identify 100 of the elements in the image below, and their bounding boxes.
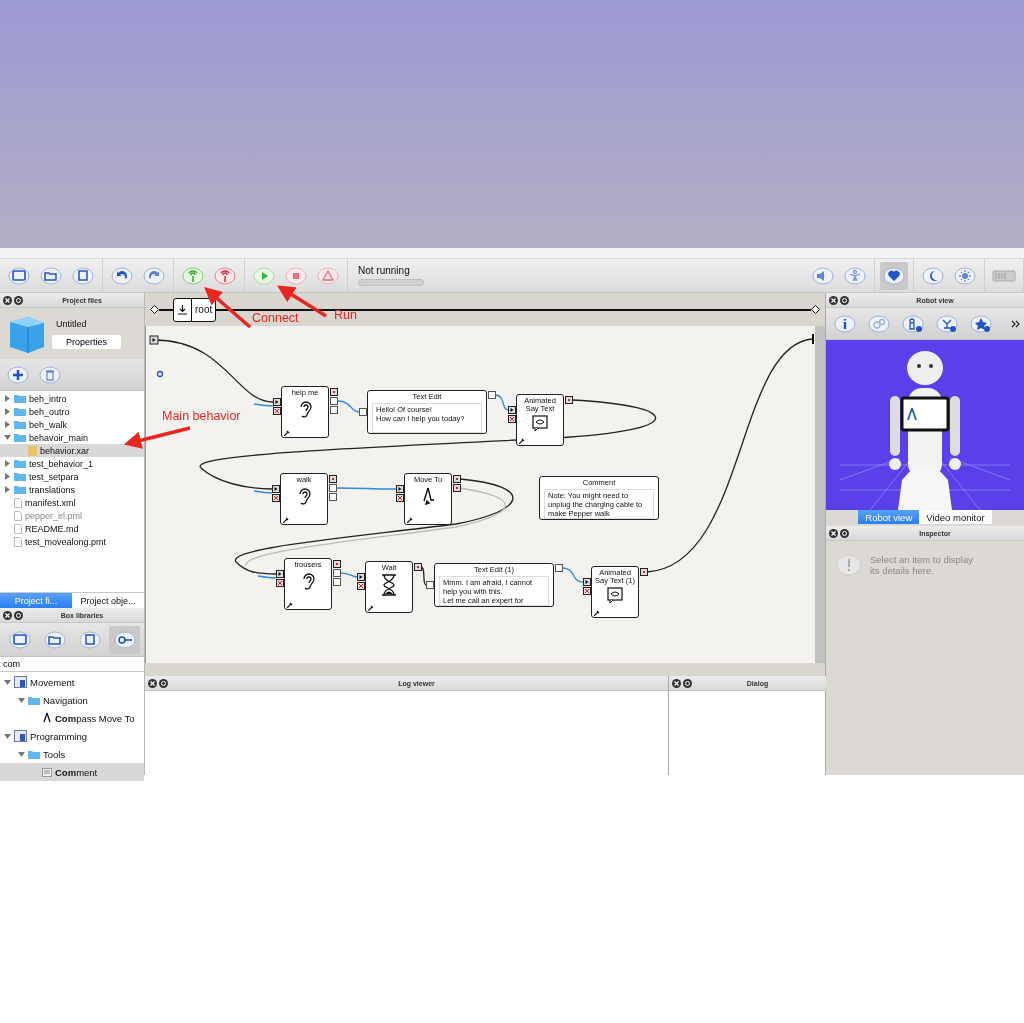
document-icon <box>14 497 22 508</box>
tree-item[interactable]: Movement <box>0 673 144 691</box>
tree-item[interactable]: Navigation <box>0 691 144 709</box>
tree-item[interactable]: behavior.xar <box>0 444 144 457</box>
inspector-message: Select an item to display its details here. <box>870 554 973 576</box>
tree-item[interactable]: test_movealong.pmt <box>0 535 144 548</box>
annotation-label: Run <box>334 308 357 322</box>
stop-port-icon <box>356 582 365 590</box>
close-icon <box>672 678 681 688</box>
wrench-icon <box>519 438 525 444</box>
input-port-icon <box>272 398 281 406</box>
info-icon <box>834 313 856 334</box>
input-port-icon <box>395 485 404 493</box>
tree-item[interactable]: behavoir_main <box>0 431 144 444</box>
window-icon <box>8 629 31 650</box>
properties-button[interactable]: Properties <box>52 334 122 349</box>
empty-port-icon <box>425 581 434 589</box>
hourglass-icon <box>381 574 397 596</box>
library-icon <box>14 676 27 688</box>
folder-icon <box>14 394 26 403</box>
compass-icon <box>42 712 52 724</box>
stop-port-icon <box>507 415 516 423</box>
heart-button[interactable] <box>880 261 908 290</box>
wrench-icon <box>594 610 600 616</box>
input-port-icon <box>356 573 365 581</box>
tree-item[interactable]: Programming <box>0 727 144 745</box>
ear-icon <box>297 399 313 419</box>
window-icon <box>8 265 30 286</box>
document-icon <box>14 523 22 534</box>
empty-port-icon <box>358 408 367 416</box>
battery-icon <box>992 267 1016 284</box>
search-button[interactable] <box>109 625 140 654</box>
download-icon <box>177 304 188 315</box>
view-tab[interactable]: Robot view <box>858 510 920 524</box>
speech-bubble-icon <box>607 587 623 604</box>
tree-item[interactable]: test_behavior_1 <box>0 457 144 470</box>
undock-icon <box>840 295 849 305</box>
folder-icon <box>14 420 26 429</box>
tree-item[interactable]: test_setpara <box>0 470 144 483</box>
speaker-icon <box>812 265 834 286</box>
breadcrumb[interactable]: root <box>173 297 217 322</box>
folder-icon <box>28 695 40 705</box>
plus-icon <box>7 364 29 385</box>
scrollbar[interactable] <box>815 326 825 663</box>
tree-item[interactable]: README.md <box>0 522 144 535</box>
robot-icon <box>902 313 924 334</box>
input-port-icon <box>582 578 591 586</box>
empty-port-icon <box>487 391 496 399</box>
output-port-icon <box>328 475 337 483</box>
ear-icon <box>296 486 312 506</box>
redo-icon <box>143 265 165 286</box>
tree-item[interactable]: pepper_irl.pml <box>0 509 144 522</box>
tree-item[interactable]: Comment <box>0 763 144 781</box>
tree-item[interactable]: beh_walk <box>0 418 144 431</box>
undock-icon <box>14 610 23 620</box>
compass-icon <box>421 486 435 506</box>
stop-icon <box>285 265 307 286</box>
tree-item[interactable]: manifest.xml <box>0 496 144 509</box>
output-port-icon <box>413 563 422 571</box>
moon-icon <box>922 265 944 286</box>
folder-icon <box>14 433 26 442</box>
stop-port-icon <box>582 587 591 595</box>
warning-icon <box>317 265 339 286</box>
folder-icon <box>40 265 62 286</box>
antenna-icon <box>182 265 204 286</box>
wrench-icon <box>407 517 413 523</box>
folder-icon <box>14 459 26 468</box>
output-port-icon <box>329 388 338 396</box>
wrench-icon <box>283 517 289 523</box>
status-progress-track <box>358 279 424 286</box>
close-icon <box>3 610 12 620</box>
close-icon <box>829 295 838 305</box>
wrench-icon <box>284 430 290 436</box>
tree-item[interactable]: translations <box>0 483 144 496</box>
antenna-icon <box>214 265 236 286</box>
run-status: Not running <box>358 265 411 276</box>
empty-port-icon <box>554 564 563 572</box>
folder-icon <box>28 749 40 759</box>
connection-wire <box>561 567 584 583</box>
document-icon <box>14 536 22 547</box>
sun-icon <box>954 265 976 286</box>
speech-bubble-icon <box>532 415 548 432</box>
tree-item[interactable]: Compass Move To <box>0 709 144 727</box>
panel-tab[interactable]: Project obje... <box>72 593 144 608</box>
stop-port-icon <box>275 579 284 587</box>
annotation-label: Connect <box>252 311 299 325</box>
start-port-icon <box>149 335 159 345</box>
tree-item[interactable]: beh_outro <box>0 405 144 418</box>
close-icon <box>829 528 838 538</box>
double-chevron-icon <box>1011 319 1020 328</box>
folder-icon <box>43 629 66 650</box>
stop-port-icon <box>271 494 280 502</box>
undock-icon <box>14 295 23 305</box>
comment-icon <box>42 767 52 777</box>
tree-item[interactable]: Tools <box>0 745 144 763</box>
close-icon <box>3 295 12 305</box>
view-tab[interactable]: Video monitor <box>919 510 992 524</box>
tree-item[interactable]: beh_intro <box>0 392 144 405</box>
input-port-icon <box>271 485 280 493</box>
close-icon <box>148 678 157 688</box>
